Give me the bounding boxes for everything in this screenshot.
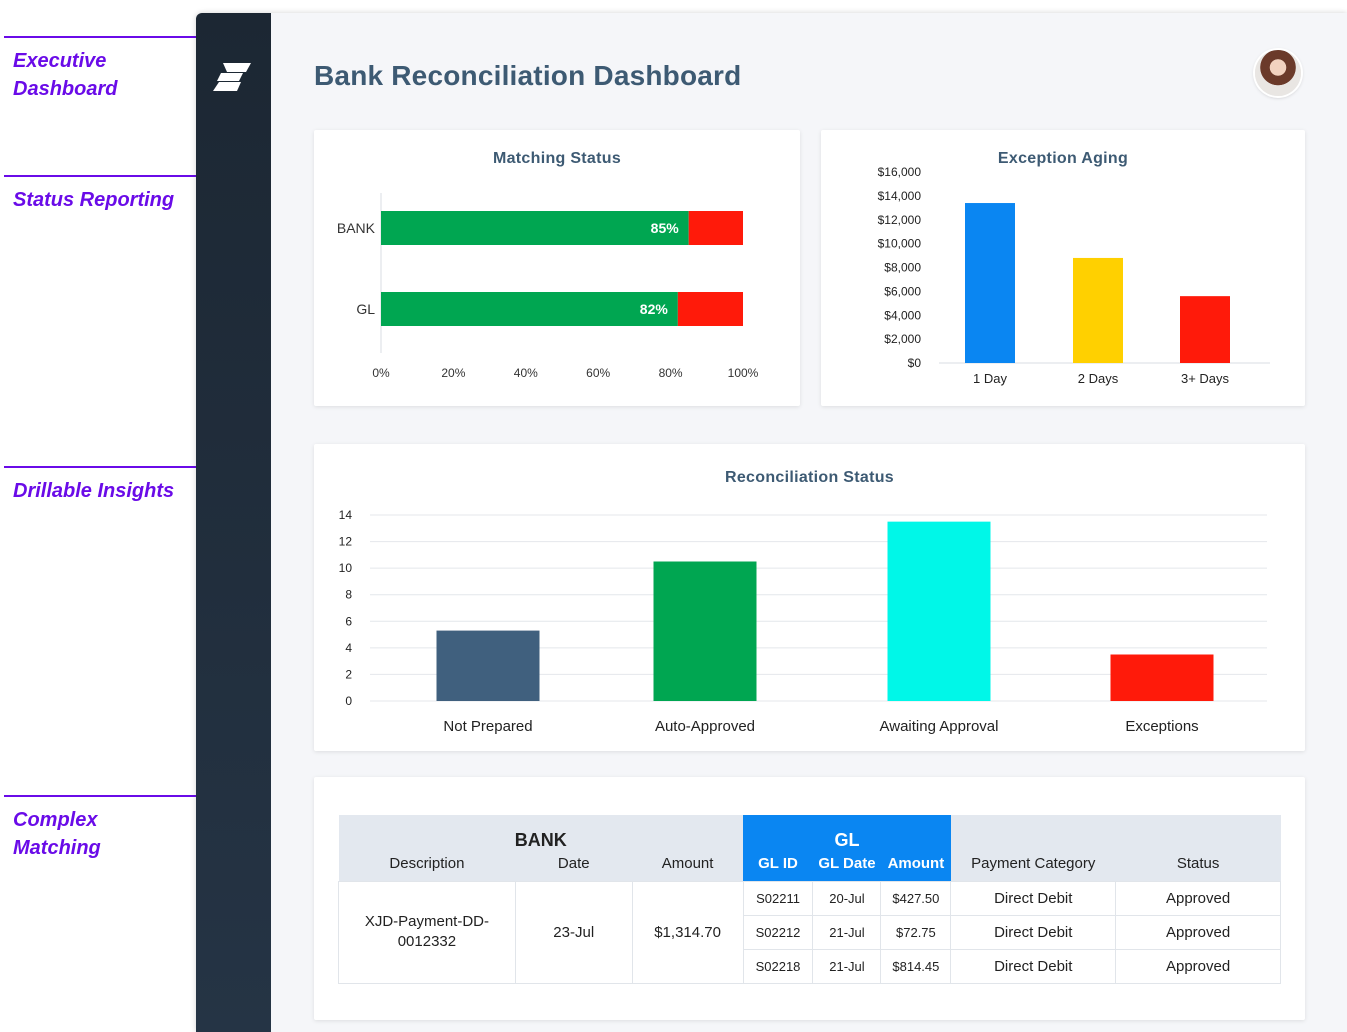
col-gl-amount[interactable]: Amount bbox=[880, 851, 951, 881]
gl-date-cell: 21-Jul bbox=[812, 948, 882, 984]
annotation-label: Status Reporting bbox=[13, 189, 175, 211]
bar-segment bbox=[381, 211, 689, 245]
tick-label: 10 bbox=[339, 561, 353, 575]
gl-amount-cell: $814.45 bbox=[880, 948, 952, 984]
bar-segment bbox=[381, 292, 678, 326]
tick-label: $0 bbox=[908, 356, 922, 370]
status-cell: Approved bbox=[1115, 914, 1281, 950]
bank-date-cell: 23-Jul bbox=[514, 880, 633, 984]
bar bbox=[1110, 654, 1214, 701]
bar bbox=[653, 561, 757, 701]
tick-label: 12 bbox=[339, 535, 353, 549]
app-logo-icon[interactable] bbox=[213, 61, 253, 93]
tick-label: $12,000 bbox=[878, 213, 922, 227]
category-label: Exceptions bbox=[1125, 718, 1198, 735]
tick-label: $10,000 bbox=[878, 237, 922, 251]
category-label: 2 Days bbox=[1078, 371, 1119, 386]
col-amount[interactable]: Amount bbox=[632, 851, 744, 881]
category-label: BANK bbox=[337, 220, 376, 236]
reconciliation-status-chart: 0 2 4 6 8 10 12 14 Not Prepared Auto-Approved Awai… bbox=[339, 508, 1267, 735]
tick-label: 6 bbox=[345, 614, 352, 628]
tick-label: 8 bbox=[345, 588, 352, 602]
tick-label: 0 bbox=[345, 694, 352, 708]
payment-category-cell: Direct Debit bbox=[950, 948, 1117, 984]
sidebar bbox=[196, 13, 271, 1032]
annotation-label: Executive Dashboard bbox=[13, 50, 118, 100]
gl-id-cell: S02211 bbox=[742, 880, 814, 916]
tick-label: 100% bbox=[728, 366, 759, 380]
col-gl-date[interactable]: GL Date bbox=[812, 851, 881, 881]
gl-amount-cell: $72.75 bbox=[880, 914, 952, 950]
user-avatar[interactable] bbox=[1255, 50, 1301, 96]
tick-label: 80% bbox=[659, 366, 683, 380]
category-label: 1 Day bbox=[973, 371, 1007, 386]
col-gl-id[interactable]: GL ID bbox=[743, 851, 813, 881]
matching-status-card: Matching Status BANK 85% GL 82% 0% 20% 40% 60% 8… bbox=[314, 130, 800, 406]
tick-label: 4 bbox=[345, 641, 352, 655]
gl-group-header: GL bbox=[743, 815, 951, 851]
col-description[interactable]: Description bbox=[338, 851, 516, 881]
matching-status-chart: BANK 85% GL 82% 0% 20% 40% 60% 80% 100% bbox=[337, 193, 759, 380]
annotation-label: Complex Matching bbox=[13, 809, 101, 859]
payment-category-cell: Direct Debit bbox=[950, 914, 1117, 950]
table-row[interactable]: XJD-Payment-DD-0012332 23-Jul $1,314.70 … bbox=[338, 880, 1281, 984]
col-payment-category[interactable]: Payment Category bbox=[950, 851, 1116, 881]
category-label: GL bbox=[356, 301, 375, 317]
tick-label: 14 bbox=[339, 508, 353, 522]
data-label: 85% bbox=[651, 220, 680, 236]
tick-label: $6,000 bbox=[884, 284, 921, 298]
gl-id-cell: S02212 bbox=[742, 914, 814, 950]
bar bbox=[1073, 257, 1123, 363]
extra-group-header bbox=[950, 815, 1281, 851]
reconciliation-status-card: Reconciliation Status 0 2 4 6 8 10 12 14 Not Pre… bbox=[314, 444, 1305, 751]
bank-description-cell: XJD-Payment-DD-0012332 bbox=[338, 880, 516, 984]
category-label: Awaiting Approval bbox=[880, 718, 999, 735]
tick-label: 20% bbox=[441, 366, 465, 380]
col-status[interactable]: Status bbox=[1115, 851, 1281, 881]
page-title: Bank Reconciliation Dashboard bbox=[314, 60, 742, 91]
tick-label: $4,000 bbox=[884, 308, 921, 322]
category-label: Not Prepared bbox=[443, 718, 532, 735]
tick-label: $16,000 bbox=[878, 165, 922, 179]
gl-id-cell: S02218 bbox=[742, 948, 814, 984]
tick-label: 2 bbox=[345, 667, 352, 681]
tick-label: $2,000 bbox=[884, 332, 921, 346]
gl-date-cell: 20-Jul bbox=[812, 880, 882, 916]
payment-category-cell: Direct Debit bbox=[950, 880, 1117, 916]
status-cell: Approved bbox=[1115, 948, 1281, 984]
tick-label: 40% bbox=[514, 366, 538, 380]
bank-amount-cell: $1,314.70 bbox=[631, 880, 744, 984]
data-label: 82% bbox=[640, 301, 669, 317]
bar-segment bbox=[688, 211, 743, 245]
annotation-label: Drillable Insights bbox=[13, 480, 175, 502]
bar bbox=[887, 521, 991, 701]
tick-label: 0% bbox=[372, 366, 390, 380]
tick-label: 60% bbox=[586, 366, 610, 380]
bar bbox=[965, 203, 1015, 363]
category-label: Auto-Approved bbox=[655, 718, 755, 735]
matching-table: BANK GL Description Date Amount GL ID GL… bbox=[338, 815, 1281, 984]
gl-date-cell: 21-Jul bbox=[812, 914, 882, 950]
status-cell: Approved bbox=[1115, 880, 1281, 916]
tick-label: $8,000 bbox=[884, 261, 921, 275]
tick-label: $14,000 bbox=[878, 189, 922, 203]
bar bbox=[436, 630, 540, 701]
col-date[interactable]: Date bbox=[515, 851, 633, 881]
gl-amount-cell: $427.50 bbox=[880, 880, 952, 916]
exception-aging-card: Exception Aging $0 $2,000 $4,000 $6,000 $8,0… bbox=[821, 130, 1305, 406]
exception-aging-chart: $0 $2,000 $4,000 $6,000 $8,000 $10,000 $12,000… bbox=[878, 165, 1270, 386]
category-label: 3+ Days bbox=[1181, 371, 1230, 386]
bank-group-header: BANK bbox=[338, 815, 744, 851]
bar-segment bbox=[677, 292, 743, 326]
bar bbox=[1180, 296, 1230, 363]
